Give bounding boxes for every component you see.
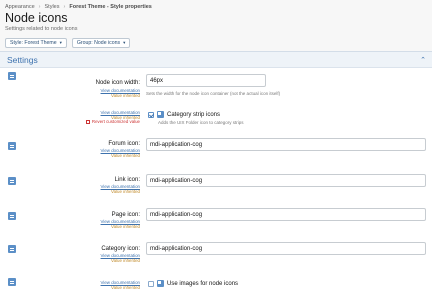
property-handle-icon[interactable] (8, 142, 16, 150)
category-icon-input[interactable]: mdi-application-cog (146, 242, 426, 255)
node-icon-width-meta: View documentation Value inherited (101, 88, 140, 99)
breadcrumb-appearance[interactable]: Appearance (5, 4, 35, 10)
page-icon-meta: View documentation Value inherited (101, 219, 140, 230)
property-handle-icon[interactable] (8, 72, 16, 80)
link-icon-label: Link icon: (114, 177, 140, 183)
category-strip-icons-option[interactable]: Category strip icons (148, 111, 220, 118)
value-inherited-text: Value inherited (111, 93, 140, 99)
value-inherited-text: Value inherited (111, 189, 140, 195)
category-strip-icons-checkbox[interactable] (148, 111, 154, 118)
value-inherited-text: Value inherited (111, 153, 140, 159)
breadcrumb-separator-icon: › (63, 4, 66, 10)
category-strip-icons-hint: Adds the UIX Folder icon to category str… (158, 120, 244, 125)
value-inherited-text: Value inherited (111, 285, 140, 291)
use-images-option[interactable]: Use images for node icons (148, 280, 238, 287)
property-handle-icon[interactable] (8, 245, 16, 253)
chevron-down-icon: ▾ (59, 40, 62, 45)
use-images-label: Use images for node icons (167, 280, 239, 287)
image-icon (157, 280, 164, 287)
revert-label: Revert customized value (91, 119, 140, 124)
page-title: Node icons (5, 11, 68, 25)
value-inherited-text: Value inherited (111, 224, 140, 230)
link-icon-input[interactable]: mdi-application-cog (146, 174, 426, 187)
use-images-checkbox[interactable] (148, 280, 154, 287)
style-filter-button[interactable]: Style: Forest Theme ▾ (5, 38, 67, 48)
style-filter-label: Style: Forest Theme (10, 40, 57, 46)
breadcrumb-styles[interactable]: Styles (45, 4, 60, 10)
group-filter-label: Group: Node icons (76, 40, 121, 46)
property-handle-icon[interactable] (8, 278, 16, 286)
property-handle-icon[interactable] (8, 177, 16, 185)
page-description: Settings related to node icons (5, 26, 78, 32)
node-icon-width-label: Node icon width: (95, 80, 140, 86)
breadcrumb-style-properties[interactable]: Forest Theme - Style properties (69, 4, 152, 10)
breadcrumb-separator-icon: › (38, 4, 41, 10)
forum-icon-label: Forum icon: (108, 141, 140, 147)
collapse-icon[interactable]: ⌃ (419, 56, 427, 64)
settings-panel-title: Settings (7, 54, 38, 65)
use-images-meta: View documentation Value inherited (101, 280, 140, 291)
node-icon-width-input[interactable]: 46px (146, 74, 266, 87)
category-strip-icons-label: Category strip icons (167, 111, 221, 118)
settings-panel: Settings ⌃ Node icon width: View documen… (0, 51, 432, 300)
category-icon-label: Category icon: (101, 246, 140, 252)
page-icon-label: Page icon: (111, 212, 140, 218)
revert-customized-value[interactable]: Revert customized value (85, 119, 140, 124)
settings-panel-header[interactable]: Settings ⌃ (0, 52, 432, 68)
forum-icon-input[interactable]: mdi-application-cog (146, 138, 426, 151)
category-icon-meta: View documentation Value inherited (101, 253, 140, 264)
page-icon-input[interactable]: mdi-application-cog (146, 208, 426, 221)
folder-icon (157, 111, 164, 118)
link-icon-meta: View documentation Value inherited (101, 184, 140, 195)
revert-checkbox[interactable] (85, 119, 90, 124)
node-icon-width-hint: Sets the width for the node icon contain… (146, 91, 281, 96)
property-handle-icon[interactable] (8, 212, 16, 220)
forum-icon-meta: View documentation Value inherited (101, 148, 140, 159)
group-filter-button[interactable]: Group: Node icons ▾ (71, 38, 131, 48)
filter-bar: Style: Forest Theme ▾ Group: Node icons … (5, 38, 131, 48)
value-inherited-text: Value inherited (111, 258, 140, 264)
chevron-down-icon: ▾ (123, 40, 126, 45)
